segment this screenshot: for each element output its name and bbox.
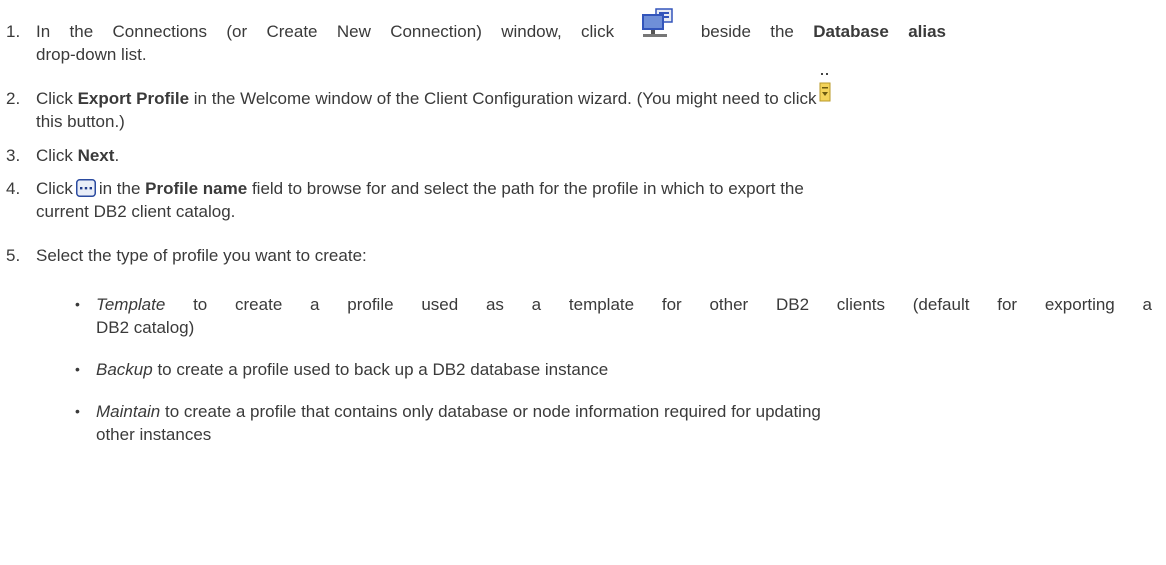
step-number: 1.	[6, 22, 21, 41]
step-1: 1. In the Connections (or Create New Con…	[6, 7, 1156, 66]
step-4-line-2: current DB2 client catalog.	[36, 202, 236, 221]
browse-ellipsis-icon	[75, 178, 96, 197]
template-term: Template	[96, 295, 166, 314]
step-number: 5.	[6, 246, 21, 265]
list-item-maintain: Maintain to create a profile that contai…	[72, 400, 1152, 446]
connection-computer-icon	[639, 7, 675, 40]
profile-name-label: Profile name	[145, 179, 248, 198]
step-2-line-1: Click Export Profile in the Welcome wind…	[36, 72, 1156, 110]
step-number: 3.	[6, 146, 21, 165]
list-item-backup: Backup to create a profile used to back …	[72, 358, 1152, 381]
step-2: 2. Click Export Profile in the Welcome w…	[6, 72, 1156, 133]
step-number: 4.	[6, 179, 21, 198]
document-page: 1. In the Connections (or Create New Con…	[0, 0, 1166, 565]
step-1-line-1: In the Connections (or Create New Connec…	[36, 7, 947, 43]
next-label: Next	[77, 146, 115, 165]
scroll-down-icon	[819, 71, 831, 103]
step-number: 2.	[6, 89, 21, 108]
profile-type-list: Template to create a profile used as a t…	[72, 293, 1152, 446]
step-4: 4. Click in the Profile name field to br…	[6, 177, 1156, 223]
maintain-term: Maintain	[96, 402, 161, 421]
step-5: 5. Select the type of profile you want t…	[6, 246, 367, 265]
export-profile-label: Export Profile	[77, 89, 190, 108]
step-2-line-2: this button.)	[36, 112, 125, 131]
database-alias-label: Database alias	[813, 22, 947, 41]
step-3: 3. Click Next.	[6, 146, 120, 165]
step-4-line-1: Click in the Profile name field to brows…	[36, 178, 804, 198]
list-item-template: Template to create a profile used as a t…	[72, 293, 1152, 339]
backup-term: Backup	[96, 360, 153, 379]
step-1-line-2: drop-down list.	[36, 45, 147, 64]
